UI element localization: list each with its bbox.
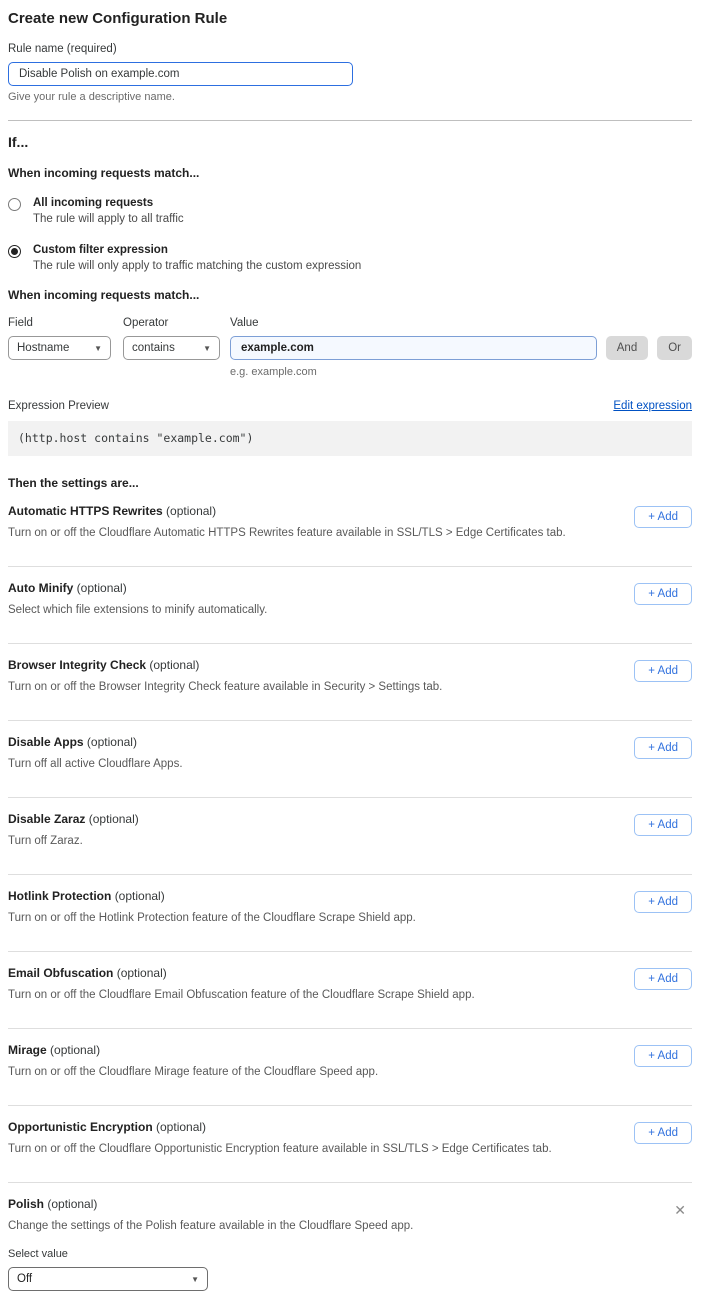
then-settings-heading: Then the settings are...	[8, 476, 692, 490]
setting-value-select[interactable]: Off ▼	[8, 1267, 208, 1291]
radio-label: All incoming requests	[33, 197, 184, 209]
setting-optional-tag: (optional)	[77, 581, 127, 595]
setting-description: Select which file extensions to minify a…	[8, 604, 267, 616]
field-select-value: Hostname	[17, 342, 69, 354]
setting-row: Browser Integrity Check (optional) Turn …	[8, 644, 692, 721]
radio-label: Custom filter expression	[33, 244, 361, 256]
setting-description: Turn on or off the Cloudflare Automatic …	[8, 527, 566, 539]
radio-description: The rule will apply to all traffic	[33, 213, 184, 225]
chevron-down-icon: ▼	[191, 1275, 199, 1284]
expression-preview-header: Expression Preview Edit expression	[8, 400, 692, 412]
operator-label: Operator	[123, 317, 220, 329]
setting-name: Automatic HTTPS Rewrites	[8, 504, 163, 518]
operator-select-value: contains	[132, 342, 175, 354]
setting-name: Email Obfuscation	[8, 966, 113, 980]
add-button[interactable]: + Add	[634, 968, 692, 990]
setting-optional-tag: (optional)	[117, 966, 167, 980]
setting-optional-tag: (optional)	[149, 658, 199, 672]
setting-optional-tag: (optional)	[87, 735, 137, 749]
setting-name: Auto Minify	[8, 581, 73, 595]
add-button[interactable]: + Add	[634, 814, 692, 836]
setting-description: Change the settings of the Polish featur…	[8, 1220, 413, 1232]
setting-row: Auto Minify (optional) Select which file…	[8, 567, 692, 644]
add-button[interactable]: + Add	[634, 891, 692, 913]
add-button[interactable]: + Add	[634, 506, 692, 528]
expression-preview-code: (http.host contains "example.com")	[8, 421, 692, 456]
setting-row: Hotlink Protection (optional) Turn on or…	[8, 875, 692, 952]
expression-builder-heading: When incoming requests match...	[8, 288, 692, 302]
or-button[interactable]: Or	[657, 336, 692, 360]
rule-name-label: Rule name (required)	[8, 43, 692, 55]
value-input[interactable]	[230, 336, 597, 360]
setting-description: Turn on or off the Cloudflare Mirage fea…	[8, 1066, 378, 1078]
setting-description: Turn on or off the Cloudflare Email Obfu…	[8, 989, 475, 1001]
setting-row: Polish (optional) Change the settings of…	[8, 1183, 692, 1291]
setting-optional-tag: (optional)	[47, 1197, 97, 1211]
setting-description: Turn on or off the Cloudflare Opportunis…	[8, 1143, 552, 1155]
radio-custom-filter-expression[interactable]: Custom filter expression The rule will o…	[8, 244, 692, 272]
expression-builder-row: Field Hostname ▼ Operator contains ▼ Val…	[8, 317, 692, 378]
if-heading: If...	[8, 134, 692, 150]
value-label: Value	[230, 317, 597, 329]
add-button[interactable]: + Add	[634, 1122, 692, 1144]
add-button[interactable]: + Add	[634, 660, 692, 682]
add-button[interactable]: + Add	[634, 1045, 692, 1067]
chevron-down-icon: ▼	[94, 344, 102, 353]
rule-name-helper: Give your rule a descriptive name.	[8, 91, 692, 103]
setting-name: Opportunistic Encryption	[8, 1120, 153, 1134]
edit-expression-link[interactable]: Edit expression	[613, 400, 692, 412]
page-title: Create new Configuration Rule	[8, 10, 692, 27]
radio-button-icon[interactable]	[8, 198, 21, 211]
setting-optional-tag: (optional)	[166, 504, 216, 518]
setting-description: Turn on or off the Hotlink Protection fe…	[8, 912, 416, 924]
setting-row: Opportunistic Encryption (optional) Turn…	[8, 1106, 692, 1183]
setting-description: Turn off all active Cloudflare Apps.	[8, 758, 183, 770]
setting-description: Turn on or off the Browser Integrity Che…	[8, 681, 442, 693]
setting-row: Disable Apps (optional) Turn off all act…	[8, 721, 692, 798]
radio-description: The rule will only apply to traffic matc…	[33, 260, 361, 272]
setting-name: Hotlink Protection	[8, 889, 111, 903]
radio-all-incoming-requests[interactable]: All incoming requests The rule will appl…	[8, 197, 692, 225]
field-label: Field	[8, 317, 111, 329]
setting-row: Disable Zaraz (optional) Turn off Zaraz.…	[8, 798, 692, 875]
setting-optional-tag: (optional)	[115, 889, 165, 903]
setting-name: Mirage	[8, 1043, 47, 1057]
setting-optional-tag: (optional)	[50, 1043, 100, 1057]
field-select[interactable]: Hostname ▼	[8, 336, 111, 360]
setting-name: Polish	[8, 1197, 44, 1211]
chevron-down-icon: ▼	[203, 344, 211, 353]
value-helper: e.g. example.com	[230, 366, 597, 378]
and-button[interactable]: And	[606, 336, 648, 360]
setting-name: Disable Apps	[8, 735, 84, 749]
setting-select-value: Off	[17, 1273, 32, 1285]
configuration-rule-form: Create new Configuration Rule Rule name …	[0, 0, 705, 1291]
settings-list: Automatic HTTPS Rewrites (optional) Turn…	[8, 490, 692, 1291]
incoming-requests-heading: When incoming requests match...	[8, 166, 692, 180]
radio-button-icon[interactable]	[8, 245, 21, 258]
setting-name: Disable Zaraz	[8, 812, 85, 826]
add-button[interactable]: + Add	[634, 737, 692, 759]
section-divider	[8, 120, 692, 121]
setting-row: Automatic HTTPS Rewrites (optional) Turn…	[8, 490, 692, 567]
setting-optional-tag: (optional)	[156, 1120, 206, 1134]
close-icon[interactable]: ✕	[674, 1203, 686, 1217]
setting-name: Browser Integrity Check	[8, 658, 146, 672]
select-value-label: Select value	[8, 1248, 413, 1260]
setting-description: Turn off Zaraz.	[8, 835, 139, 847]
setting-optional-tag: (optional)	[89, 812, 139, 826]
rule-name-input[interactable]	[8, 62, 353, 86]
setting-row: Email Obfuscation (optional) Turn on or …	[8, 952, 692, 1029]
expression-preview-label: Expression Preview	[8, 400, 109, 412]
operator-select[interactable]: contains ▼	[123, 336, 220, 360]
setting-row: Mirage (optional) Turn on or off the Clo…	[8, 1029, 692, 1106]
add-button[interactable]: + Add	[634, 583, 692, 605]
setting-value-block: Select value Off ▼	[8, 1248, 413, 1291]
